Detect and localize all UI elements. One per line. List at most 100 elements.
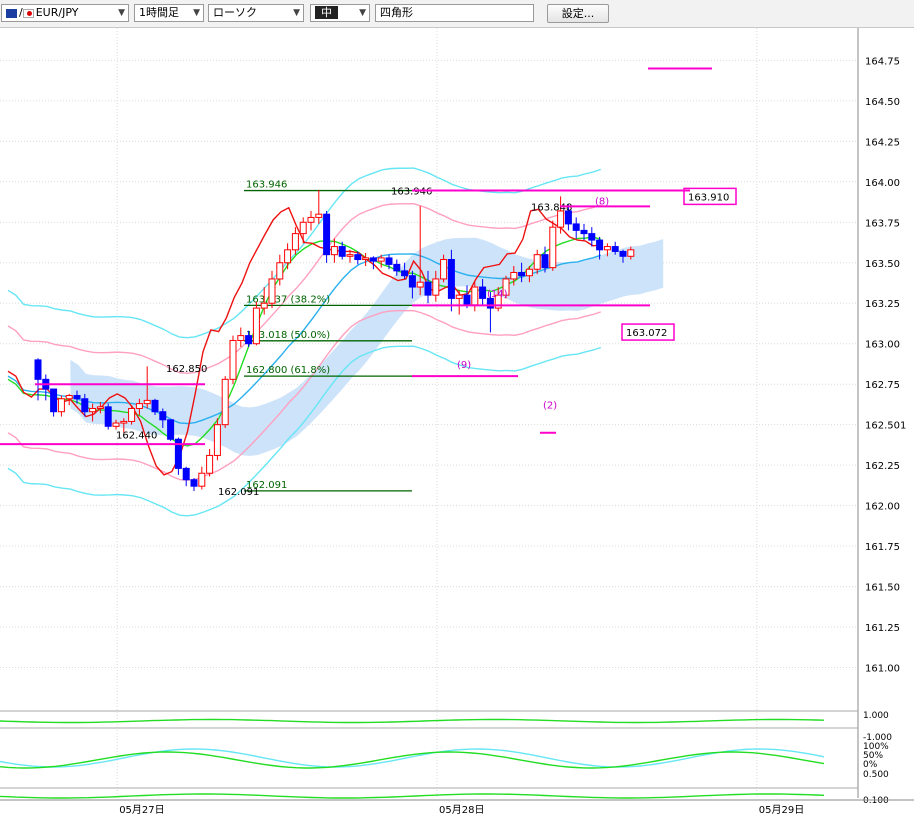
price-tick-label: 163.75	[865, 218, 900, 229]
candle-body	[96, 406, 104, 409]
count-label: (8)	[595, 196, 609, 207]
oscillator-label: 0.500	[863, 770, 889, 780]
candle-body	[307, 216, 315, 223]
candle-body	[549, 226, 557, 269]
settings-button[interactable]: 設定...	[547, 4, 609, 23]
currency-pair-label: EUR/JPY	[35, 6, 79, 19]
price-annotation-label: 163.848	[531, 202, 572, 213]
candle-body	[268, 278, 276, 304]
candle-body	[455, 294, 463, 299]
candle-body	[588, 233, 596, 241]
currency-pair-select[interactable]: / EUR/JPY ▼	[1, 4, 129, 22]
price-annotation-label: 163.072	[626, 328, 667, 339]
candle-body	[315, 213, 323, 218]
price-tick-label: 164.75	[865, 56, 900, 67]
fib-level-label: 163.946	[246, 180, 287, 191]
candle-body	[50, 388, 58, 413]
line-width-select[interactable]: 中 ▼	[310, 4, 370, 22]
candle-body	[73, 395, 81, 400]
timeframe-select[interactable]: 1時間足 ▼	[134, 4, 204, 22]
price-tick-label: 163.00	[865, 340, 900, 351]
candle-body	[401, 270, 409, 277]
chevron-down-icon: ▼	[293, 8, 300, 18]
candle-body	[135, 403, 143, 409]
price-tick-label: 163.50	[865, 259, 900, 270]
count-label: (2)	[543, 400, 557, 411]
price-tick-label: 162.501	[865, 421, 906, 432]
candle-body	[89, 407, 97, 413]
candle-body	[229, 339, 237, 380]
indicator-lines	[7, 167, 602, 517]
candle-body	[252, 307, 260, 345]
candle-body	[354, 254, 362, 261]
candle-body	[167, 419, 175, 440]
candle-body	[143, 399, 151, 405]
candle-body	[471, 286, 479, 306]
stochastic-k	[0, 748, 825, 768]
candle-body	[338, 246, 346, 257]
candle-body	[572, 223, 580, 231]
candle-body	[81, 398, 89, 413]
candle-body	[112, 422, 120, 427]
count-label: (14)	[487, 289, 508, 300]
candle-body	[362, 257, 370, 261]
candle-body	[276, 262, 284, 280]
chart-style-label: ローソク	[213, 6, 257, 19]
candle-body	[330, 246, 338, 256]
candle-body	[440, 259, 448, 280]
chart-style-select[interactable]: ローソク ▼	[208, 4, 304, 22]
candle-body	[291, 233, 299, 251]
macd-line	[0, 718, 825, 724]
candle-body	[463, 294, 471, 306]
candle-body	[447, 259, 455, 299]
candle-body	[221, 378, 229, 426]
candle-body	[299, 221, 307, 235]
count-label: (9)	[457, 360, 471, 371]
price-annotation-label: 162.440	[116, 430, 157, 441]
timeframe-label: 1時間足	[139, 6, 179, 19]
candle-body	[104, 406, 112, 427]
price-tick-label: 162.00	[865, 502, 900, 513]
fib-level-label: 162.800 (61.8%)	[246, 365, 330, 376]
chevron-down-icon: ▼	[359, 8, 366, 18]
candle-body	[627, 249, 635, 257]
jp-flag-icon	[22, 8, 34, 18]
price-tick-label: 164.50	[865, 97, 900, 108]
drawing-tool-field[interactable]: 四角形	[375, 4, 534, 22]
price-annotation-label: 163.946	[391, 187, 432, 198]
candle-body	[260, 302, 268, 309]
candle-body	[486, 297, 494, 309]
price-chart[interactable]: 163.946163.237 (38.2%)163.018 (50.0%)162…	[0, 28, 914, 819]
line-width-label: 中	[315, 6, 338, 19]
candle-body	[619, 250, 627, 257]
price-annotation-label: 162.850	[166, 364, 207, 375]
candle-body	[518, 271, 526, 277]
price-tick-label: 161.50	[865, 583, 900, 594]
candle-body	[432, 278, 440, 296]
price-tick-label: 162.25	[865, 461, 900, 472]
candle-body	[237, 335, 245, 341]
date-label: 05月27日	[119, 804, 164, 816]
candle-body	[611, 246, 619, 252]
ichimoku-cloud	[70, 237, 664, 456]
chevron-down-icon: ▼	[118, 8, 125, 18]
drawing-tool-label: 四角形	[380, 6, 413, 19]
price-axis: 161.00 161.25 161.50 161.75 162.00 162.25 162.…	[865, 56, 906, 674]
candle-body	[393, 263, 401, 272]
candle-body	[525, 268, 533, 277]
candle-body	[34, 359, 42, 380]
candle-body	[198, 472, 206, 487]
price-tick-label: 164.00	[865, 178, 900, 189]
candle-body	[408, 275, 416, 288]
toolbar: / EUR/JPY ▼ 1時間足 ▼ ローソク ▼ 中 ▼ 四角形 設定...	[0, 0, 914, 28]
candle-body	[369, 257, 377, 262]
candle-body	[206, 454, 214, 474]
candle-body	[479, 286, 487, 299]
candle-body	[533, 254, 541, 270]
time-axis: 05月27日 05月28日 05月29日	[0, 799, 914, 816]
candle-body	[213, 424, 221, 456]
candle-body	[159, 411, 167, 421]
candle-body	[580, 229, 588, 235]
price-tick-label: 162.75	[865, 380, 900, 391]
date-label: 05月28日	[439, 804, 484, 816]
